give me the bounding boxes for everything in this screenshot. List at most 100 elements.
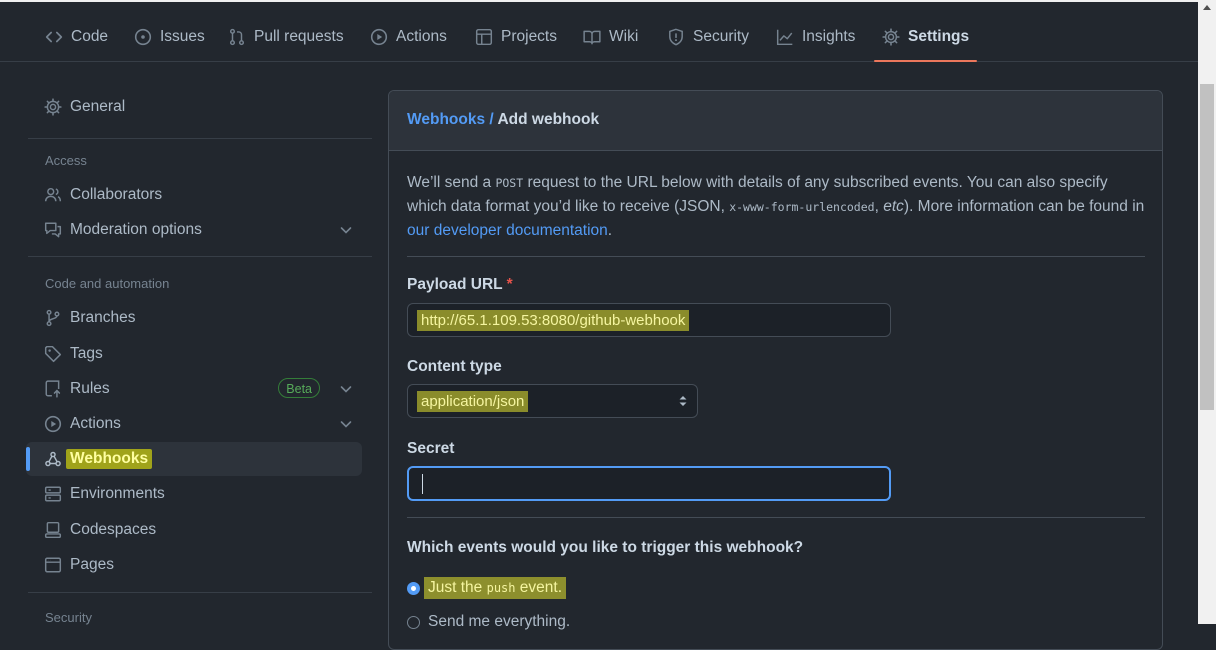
tab-label: Issues xyxy=(160,28,205,45)
sidebar-item-branches[interactable]: Branches xyxy=(26,301,362,335)
page-scrollbar[interactable] xyxy=(1198,0,1216,624)
page-title: Add webhook xyxy=(497,111,600,128)
content-type-value: application/json xyxy=(417,390,529,412)
select-arrows-icon xyxy=(679,396,687,406)
tab-label: Pull requests xyxy=(254,28,344,45)
sidebar-item-codespaces[interactable]: Codespaces xyxy=(26,513,362,547)
intro-text-part: . xyxy=(607,222,613,239)
intro-text-part: ). More information can be found in xyxy=(903,198,1145,215)
play-icon xyxy=(44,415,62,433)
sidebar-item-label: Webhooks xyxy=(66,449,153,469)
add-webhook-panel: Webhooks / Add webhook We’ll send a POST… xyxy=(388,90,1163,650)
tab-label: Actions xyxy=(396,28,447,45)
tab-issues[interactable]: Issues xyxy=(134,15,205,61)
git-branch-icon xyxy=(46,309,60,327)
breadcrumb-webhooks-link[interactable]: Webhooks xyxy=(407,111,485,128)
beta-badge: Beta xyxy=(278,378,320,398)
payload-url-value: http://65.1.109.53:8080/github-webhook xyxy=(417,309,690,331)
sidebar-item-label: Moderation options xyxy=(70,221,202,238)
sidebar-item-actions[interactable]: Actions xyxy=(26,407,362,441)
radio-label-part: event. xyxy=(515,579,563,596)
server-icon xyxy=(44,486,62,502)
sidebar-item-label: Tags xyxy=(70,345,103,362)
payload-url-label: Payload URL * xyxy=(407,276,513,294)
shield-icon xyxy=(669,28,683,46)
repo-push-icon xyxy=(45,380,61,398)
selected-indicator xyxy=(26,447,30,471)
git-pull-request-icon xyxy=(229,28,245,46)
radio-button-checked[interactable] xyxy=(407,581,420,595)
payload-url-label-text: Payload URL xyxy=(407,276,503,293)
chevron-down-icon[interactable] xyxy=(338,416,354,432)
chevron-down-icon[interactable] xyxy=(338,381,354,397)
secret-input[interactable] xyxy=(407,466,891,501)
table-icon xyxy=(475,28,493,46)
sidebar-item-rules[interactable]: Rules Beta xyxy=(26,372,362,406)
sidebar-item-pages[interactable]: Pages xyxy=(26,548,362,582)
sidebar-divider xyxy=(28,256,372,257)
comment-discussion-icon xyxy=(44,222,62,238)
section-divider xyxy=(407,256,1145,257)
radio-label-part: Just the xyxy=(428,579,487,596)
tab-settings[interactable]: Settings xyxy=(874,15,978,62)
tab-projects[interactable]: Projects xyxy=(475,15,557,61)
tab-pull-requests[interactable]: Pull requests xyxy=(228,15,344,61)
browser-icon xyxy=(44,557,62,573)
radio-just-push-label: Just the push event. xyxy=(424,577,567,599)
people-icon xyxy=(44,187,62,202)
content-type-label: Content type xyxy=(407,358,502,375)
scroll-up-arrow-icon[interactable] xyxy=(1203,5,1211,10)
tab-security[interactable]: Security xyxy=(667,15,749,61)
sidebar-item-label: Codespaces xyxy=(70,521,157,538)
tab-label: Wiki xyxy=(609,28,639,45)
breadcrumb: Webhooks / Add webhook xyxy=(389,91,1162,151)
sidebar-item-label: Branches xyxy=(70,309,136,326)
sidebar-group-security: Security xyxy=(45,610,92,625)
chevron-down-icon[interactable] xyxy=(338,222,354,238)
breadcrumb-separator: / xyxy=(485,111,498,128)
gear-icon xyxy=(44,98,62,116)
events-question: Which events would you like to trigger t… xyxy=(407,539,804,556)
content-type-select[interactable]: application/json xyxy=(407,384,698,418)
sidebar-group-code-automation: Code and automation xyxy=(45,276,170,291)
graph-icon xyxy=(776,29,793,46)
play-icon xyxy=(370,28,388,46)
tab-wiki[interactable]: Wiki xyxy=(583,15,638,61)
required-mark: * xyxy=(506,276,513,293)
sidebar-item-label: Environments xyxy=(70,485,165,502)
sidebar-item-general[interactable]: General xyxy=(26,90,362,124)
webhook-icon xyxy=(45,451,61,467)
tab-code[interactable]: Code xyxy=(45,15,108,61)
sidebar-item-tags[interactable]: Tags xyxy=(26,337,362,371)
developer-docs-link[interactable]: our developer documentation xyxy=(407,222,608,239)
scrollbar-thumb[interactable] xyxy=(1200,84,1214,410)
intro-text-part: , xyxy=(874,198,884,215)
repo-nav: Code Issues Pull requests Actions Projec… xyxy=(0,0,1198,62)
tab-label: Projects xyxy=(501,28,557,45)
tab-insights[interactable]: Insights xyxy=(776,15,855,61)
sidebar-divider xyxy=(28,592,372,593)
intro-text-part: We’ll send a xyxy=(407,174,496,191)
radio-send-everything[interactable]: Send me everything. xyxy=(407,613,570,631)
window-top-edge xyxy=(0,0,1198,2)
code-icon xyxy=(45,31,63,43)
section-divider xyxy=(407,517,1145,518)
sidebar-item-collaborators[interactable]: Collaborators xyxy=(26,178,362,212)
radio-button[interactable] xyxy=(407,615,420,629)
tab-actions[interactable]: Actions xyxy=(370,15,447,61)
tab-label: Security xyxy=(693,28,749,45)
sidebar-group-access: Access xyxy=(45,153,87,168)
radio-just-push[interactable]: Just the push event. xyxy=(407,577,567,599)
sidebar-item-label: General xyxy=(70,98,126,115)
etc-text: etc xyxy=(883,198,904,215)
sidebar-item-environments[interactable]: Environments xyxy=(26,477,362,511)
payload-url-input[interactable]: http://65.1.109.53:8080/github-webhook xyxy=(407,303,891,337)
tab-label: Code xyxy=(71,28,109,45)
sidebar-item-label: Rules xyxy=(70,380,110,397)
tab-label: Settings xyxy=(908,28,970,45)
post-code: POST xyxy=(495,176,524,190)
intro-text: We’ll send a POST request to the URL bel… xyxy=(407,171,1147,242)
sidebar-item-moderation-options[interactable]: Moderation options xyxy=(26,213,362,247)
tag-icon xyxy=(44,345,62,363)
sidebar-item-webhooks[interactable]: Webhooks xyxy=(26,442,362,476)
